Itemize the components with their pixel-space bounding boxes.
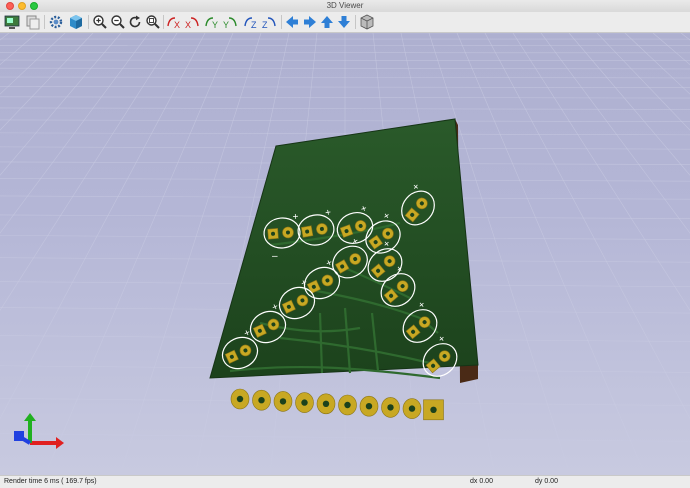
- dy-readout: dy 0.00: [535, 478, 558, 485]
- 3d-viewport[interactable]: + + + + + + + + + + + + + + –: [0, 33, 690, 475]
- pad-hole: [408, 405, 416, 412]
- rotate-y-ccw-icon[interactable]: Y: [222, 14, 238, 30]
- polarity-minus: –: [272, 251, 278, 262]
- render-time-text: Render time 6 ms ( 169.7 fps): [4, 478, 97, 485]
- pad-hole: [279, 398, 287, 405]
- svg-text:X: X: [185, 20, 191, 30]
- toolbar-separator: [355, 15, 356, 29]
- zoom-in-icon[interactable]: [92, 14, 108, 30]
- svg-text:X: X: [174, 20, 180, 30]
- axis-gizmo: [14, 413, 64, 449]
- pad-hole: [322, 400, 330, 407]
- toolbar: X X Y Y Z Z: [0, 12, 690, 33]
- raytracing-cube-icon[interactable]: [68, 14, 84, 30]
- toolbar-separator: [163, 15, 164, 29]
- move-down-icon[interactable]: [336, 14, 352, 30]
- zoom-out-icon[interactable]: [110, 14, 126, 30]
- ortho-cube-icon[interactable]: [359, 14, 375, 30]
- zoom-fit-icon[interactable]: [145, 14, 161, 30]
- preferences-gear-icon[interactable]: [48, 14, 64, 30]
- rotate-x-ccw-icon[interactable]: X: [184, 14, 200, 30]
- copy-image-icon[interactable]: [25, 14, 41, 30]
- toolbar-separator: [281, 15, 282, 29]
- rotate-z-cw-icon[interactable]: Z: [243, 14, 259, 30]
- move-left-icon[interactable]: [284, 14, 300, 30]
- redraw-icon[interactable]: [127, 14, 143, 30]
- svg-text:Z: Z: [262, 20, 268, 30]
- pad-hole: [430, 406, 437, 413]
- svg-text:Y: Y: [212, 20, 218, 30]
- rotate-z-ccw-icon[interactable]: Z: [261, 14, 277, 30]
- pad-hole: [365, 403, 373, 410]
- svg-text:Y: Y: [223, 20, 229, 30]
- pad-hole: [258, 397, 265, 404]
- status-bar: Render time 6 ms ( 169.7 fps) dx 0.00 dy…: [0, 475, 690, 488]
- rotate-x-cw-icon[interactable]: X: [166, 14, 182, 30]
- svg-text:Z: Z: [251, 20, 257, 30]
- toolbar-separator: [44, 15, 45, 29]
- window-title: 3D Viewer: [326, 1, 364, 10]
- dx-readout: dx 0.00: [470, 478, 493, 485]
- rotate-y-cw-icon[interactable]: Y: [204, 14, 220, 30]
- pad-hole: [301, 399, 308, 406]
- pad-hole: [344, 401, 351, 409]
- pad-hole: [236, 395, 244, 403]
- viewer-window: 3D Viewer X X Y Y Z Z + + + + + + + + + …: [0, 0, 690, 488]
- toolbar-separator: [88, 15, 89, 29]
- move-up-icon[interactable]: [319, 14, 335, 30]
- polarity-plus: +: [292, 212, 299, 223]
- move-right-icon[interactable]: [302, 14, 318, 30]
- render-options-icon[interactable]: [4, 14, 20, 30]
- 3d-scene[interactable]: + + ++++++++++++–: [0, 33, 690, 475]
- pad-hole: [387, 404, 394, 411]
